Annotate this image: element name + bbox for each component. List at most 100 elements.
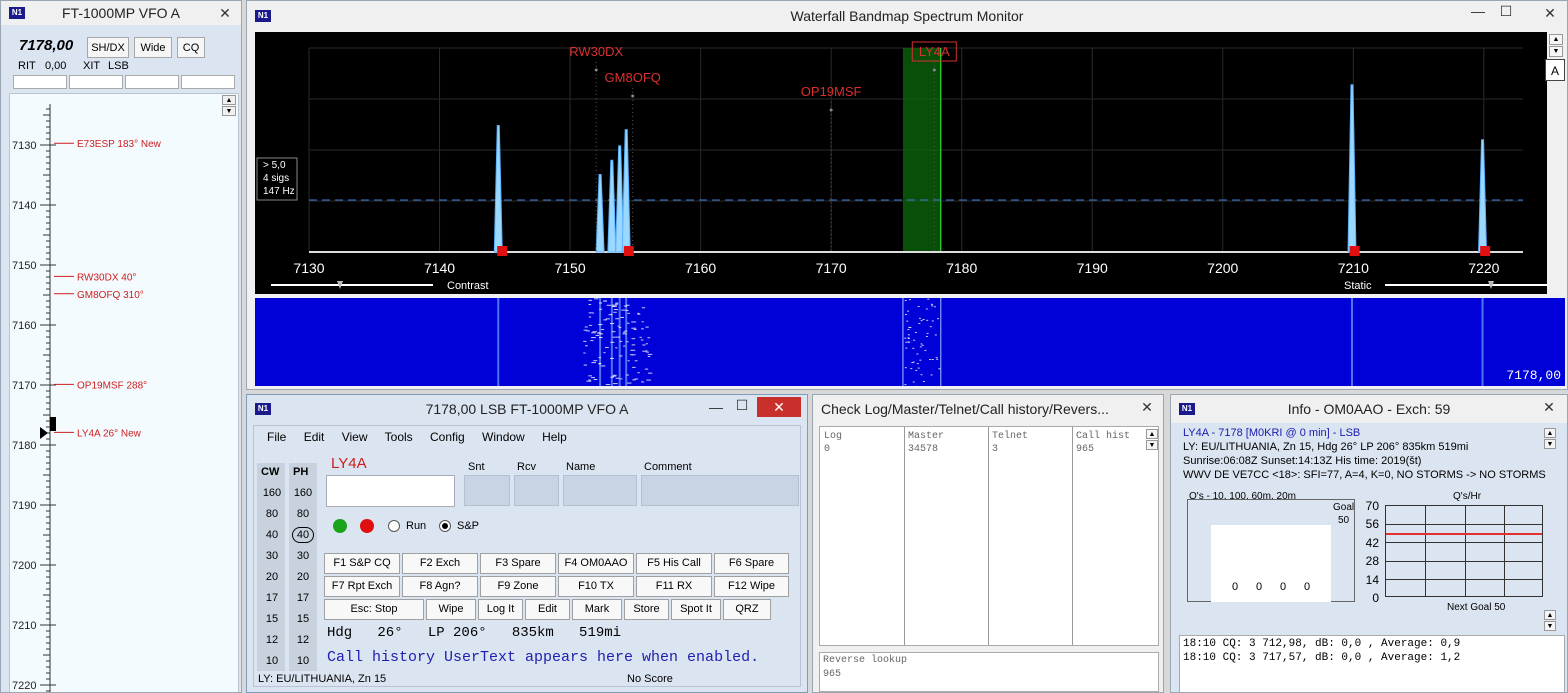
cw-rate-40[interactable]: 40	[261, 529, 283, 541]
run-radio[interactable]	[388, 520, 400, 532]
callsign-input[interactable]	[326, 475, 455, 507]
rcv-field[interactable]	[514, 475, 559, 506]
ph-rate-30[interactable]: 30	[292, 550, 314, 562]
waterfall-speckle	[645, 351, 649, 353]
ph-rate-15[interactable]: 15	[292, 613, 314, 625]
close-icon[interactable]: ✕	[213, 3, 237, 23]
fkey-button[interactable]: F4 OM0AAO	[558, 553, 634, 574]
fkey-button[interactable]: F10 TX	[558, 576, 634, 597]
spot-label[interactable]: GM8OFQ 310°	[77, 290, 144, 301]
waterfall-speckle	[634, 378, 639, 380]
ph-rate-40[interactable]: 40	[292, 527, 314, 543]
scale-label: 7170	[12, 380, 36, 392]
check-scroll-up[interactable]: ▲	[1146, 429, 1158, 439]
spectrum-scroll-down[interactable]: ▼	[1549, 46, 1563, 57]
fkey-button[interactable]: F8 Agn?	[402, 576, 478, 597]
spot-label[interactable]: LY4A 26° New	[77, 428, 142, 439]
spot-label[interactable]: RW30DX 40°	[77, 272, 136, 283]
shdx-button[interactable]: SH/DX	[87, 37, 129, 58]
waterfall-speckle	[904, 314, 907, 316]
menu-file[interactable]: File	[267, 430, 286, 444]
cw-rate-20[interactable]: 20	[261, 571, 283, 583]
fkey-button[interactable]: F2 Exch	[402, 553, 478, 574]
spot-callsign[interactable]: GM8OFQ	[605, 70, 661, 85]
fkey-button[interactable]: Edit	[525, 599, 570, 620]
cw-rate-15[interactable]: 15	[261, 613, 283, 625]
spectrum-display[interactable]: RW30DX GM8OFQ OP19MSF LY4A 7130 7140 7150 7160 7…	[255, 32, 1547, 294]
fkey-button[interactable]: F7 Rpt Exch	[324, 576, 400, 597]
fkey-button[interactable]: F3 Spare	[480, 553, 556, 574]
close-icon[interactable]: ✕	[1135, 397, 1159, 417]
menu-edit[interactable]: Edit	[304, 430, 325, 444]
close-icon[interactable]: ✕	[1537, 397, 1561, 417]
minimize-icon[interactable]: —	[1463, 1, 1493, 21]
vfo-a-button[interactable]: A	[1545, 59, 1565, 81]
ph-rate-10[interactable]: 10	[292, 655, 314, 667]
menu-tools[interactable]: Tools	[385, 430, 413, 444]
menu-view[interactable]: View	[342, 430, 368, 444]
cw-rate-17[interactable]: 17	[261, 592, 283, 604]
check-scroll-down[interactable]: ▼	[1146, 440, 1158, 450]
ph-rate-17[interactable]: 17	[292, 592, 314, 604]
info-scroll-down[interactable]: ▼	[1544, 439, 1556, 449]
vfo-field-4[interactable]	[181, 75, 235, 89]
vfo-field-1[interactable]	[13, 75, 67, 89]
chart-scroll-down[interactable]: ▼	[1544, 621, 1556, 631]
vfo-field-2[interactable]	[69, 75, 123, 89]
fkey-button[interactable]: F6 Spare	[714, 553, 789, 574]
ph-rate-160[interactable]: 160	[292, 487, 314, 499]
scroll-down-button[interactable]: ▼	[222, 106, 236, 116]
waterfall-speckle	[907, 334, 910, 336]
cw-rate-30[interactable]: 30	[261, 550, 283, 562]
cw-rate-12[interactable]: 12	[261, 634, 283, 646]
spot-label[interactable]: E73ESP 183° New	[77, 139, 162, 150]
spectrum-scroll-up[interactable]: ▲	[1549, 34, 1563, 45]
fkey-button[interactable]: Wipe	[426, 599, 476, 620]
comment-field[interactable]	[641, 475, 799, 506]
spot-callsign[interactable]: OP19MSF	[801, 84, 862, 99]
fkey-button[interactable]: Esc: Stop	[324, 599, 424, 620]
menu-config[interactable]: Config	[430, 430, 465, 444]
info-scroll-up[interactable]: ▲	[1544, 428, 1556, 438]
waterfall-speckle	[626, 382, 632, 384]
cw-rate-80[interactable]: 80	[261, 508, 283, 520]
fkey-button[interactable]: Spot It	[671, 599, 721, 620]
name-field[interactable]	[563, 475, 637, 506]
ph-rate-80[interactable]: 80	[292, 508, 314, 520]
waterfall-speckle	[611, 304, 617, 306]
fkey-button[interactable]: F9 Zone	[480, 576, 556, 597]
cq-log: 18:10 CQ: 3 712,98, dB: 0,0 , Average: 0…	[1179, 635, 1565, 692]
scroll-up-button[interactable]: ▲	[222, 95, 236, 105]
fkey-button[interactable]: Log It	[478, 599, 523, 620]
waterfall-speckle	[584, 326, 588, 328]
fkey-button[interactable]: F1 S&P CQ	[324, 553, 400, 574]
ph-rate-12[interactable]: 12	[292, 634, 314, 646]
chart-scroll-up[interactable]: ▲	[1544, 610, 1556, 620]
spot-label[interactable]: OP19MSF 288°	[77, 380, 147, 391]
fkey-button[interactable]: F11 RX	[636, 576, 712, 597]
close-icon[interactable]: ✕	[1535, 3, 1565, 23]
ph-rate-20[interactable]: 20	[292, 571, 314, 583]
menu-help[interactable]: Help	[542, 430, 567, 444]
vfo-field-3[interactable]	[125, 75, 179, 89]
spot-callsign[interactable]: LY4A	[919, 44, 950, 59]
sp-radio[interactable]	[439, 520, 451, 532]
bandmap-list[interactable]: 7130 7140 7150 7160 7170 7180 7190 7200 7210 7220…	[9, 93, 239, 692]
menu-window[interactable]: Window	[482, 430, 525, 444]
fkey-button[interactable]: Mark	[572, 599, 622, 620]
close-icon[interactable]: ✕	[757, 397, 801, 417]
snt-field[interactable]	[464, 475, 510, 506]
wide-button[interactable]: Wide	[134, 37, 172, 58]
cq-button[interactable]: CQ	[177, 37, 205, 58]
maximize-icon[interactable]: ☐	[727, 395, 757, 415]
fkey-button[interactable]: Store	[624, 599, 669, 620]
cw-header: CW	[261, 466, 280, 478]
cw-rate-10[interactable]: 10	[261, 655, 283, 667]
spot-callsign[interactable]: RW30DX	[569, 44, 623, 59]
waterfall-speckle	[929, 359, 932, 361]
fkey-button[interactable]: F12 Wipe	[714, 576, 789, 597]
cw-rate-160[interactable]: 160	[261, 487, 283, 499]
fkey-button[interactable]: QRZ	[723, 599, 771, 620]
fkey-button[interactable]: F5 His Call	[636, 553, 712, 574]
maximize-icon[interactable]: ☐	[1491, 1, 1521, 21]
